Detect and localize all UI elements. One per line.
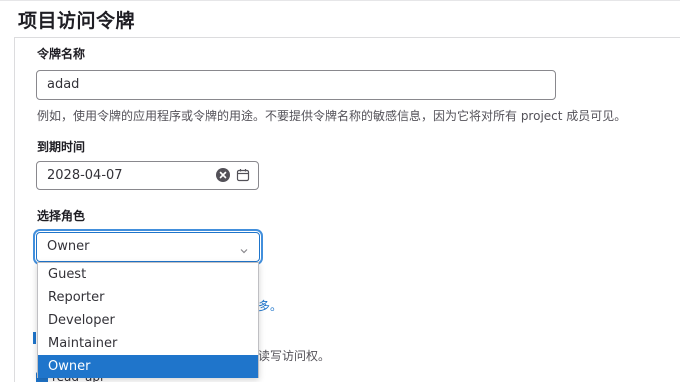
role-option-guest[interactable]: Guest xyxy=(38,263,258,286)
role-label: 选择角色 xyxy=(37,209,86,223)
scope-description: 读写访问权。 xyxy=(258,349,331,363)
clear-circle-icon[interactable] xyxy=(216,168,230,182)
token-name-label: 令牌名称 xyxy=(37,47,86,61)
token-name-input[interactable]: adad xyxy=(36,70,556,100)
checkbox-edge xyxy=(33,332,36,344)
role-option-owner[interactable]: Owner xyxy=(38,355,258,378)
learn-more-link[interactable]: 多。 xyxy=(258,297,282,314)
role-dropdown-menu: Guest Reporter Developer Maintainer Owne… xyxy=(37,262,259,378)
expiration-label: 到期时间 xyxy=(37,140,86,154)
role-select[interactable]: Owner xyxy=(36,232,260,262)
role-option-maintainer[interactable]: Maintainer xyxy=(38,332,258,355)
role-option-reporter[interactable]: Reporter xyxy=(38,286,258,309)
top-divider xyxy=(0,0,680,1)
chevron-down-icon xyxy=(239,241,249,260)
calendar-icon[interactable] xyxy=(236,167,250,186)
role-option-developer[interactable]: Developer xyxy=(38,309,258,332)
page-title: 项目访问令牌 xyxy=(18,10,136,32)
token-name-help: 例如，使用令牌的应用程序或令牌的用途。不要提供令牌名称的敏感信息，因为它将对所有… xyxy=(37,109,627,123)
